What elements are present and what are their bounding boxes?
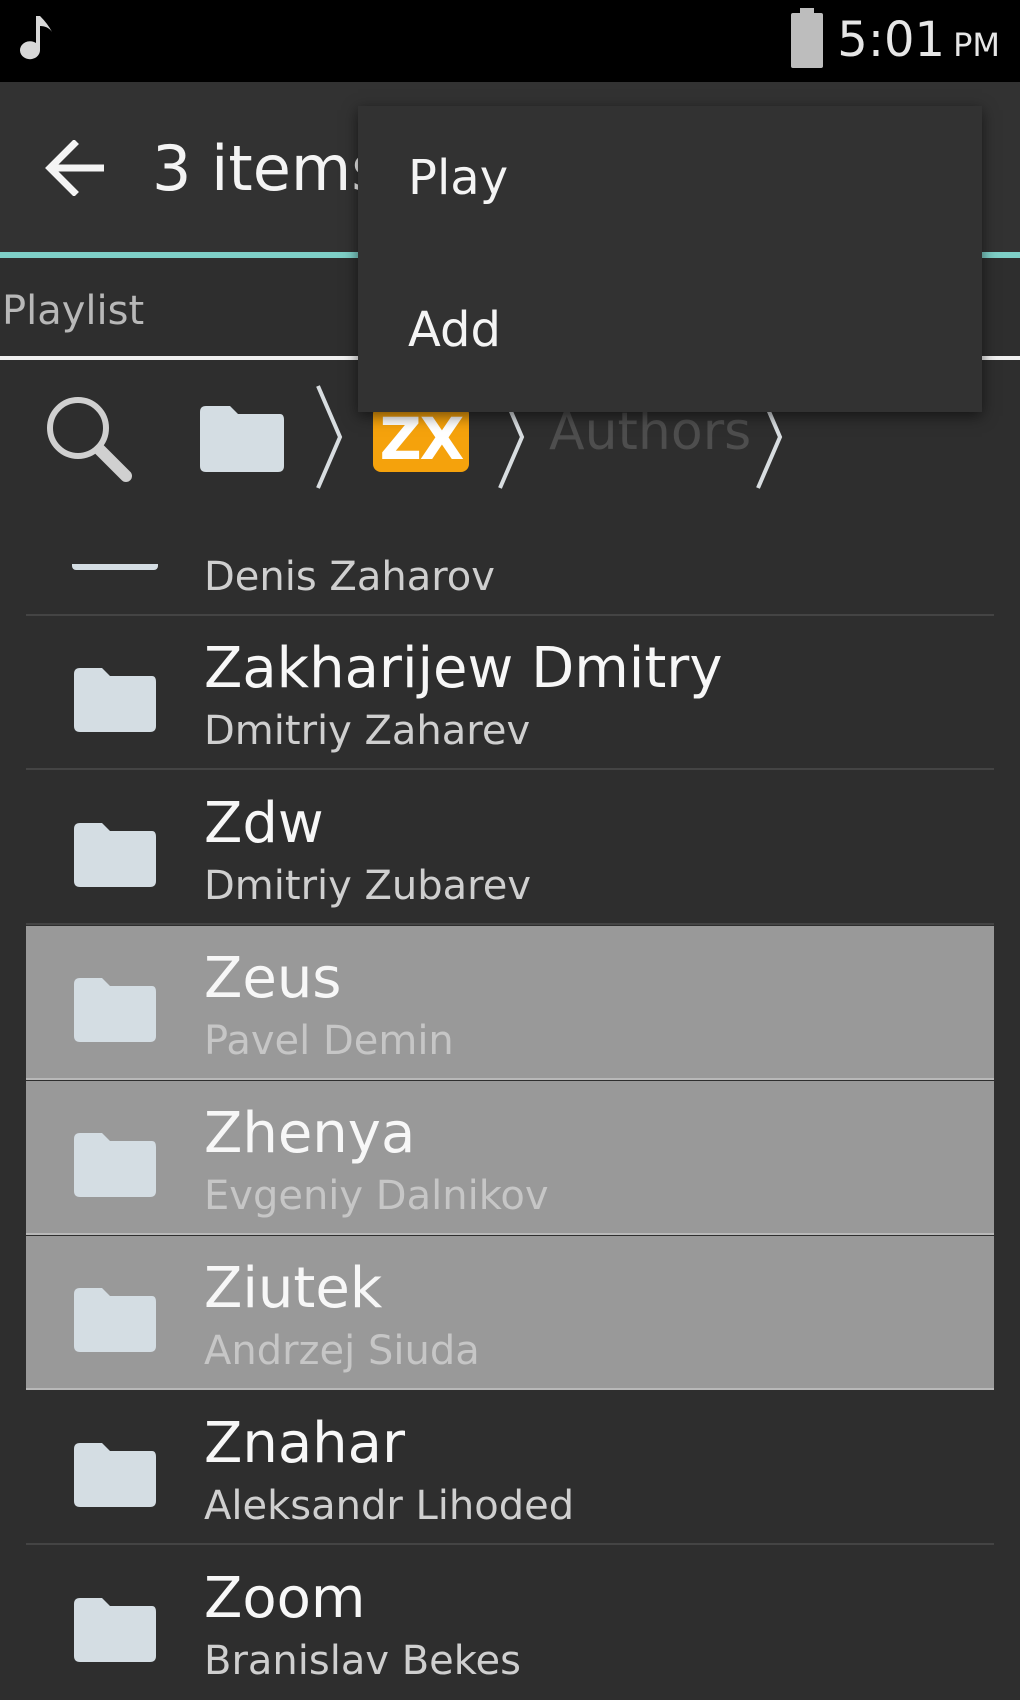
overflow-popup-menu: Play Add [358,106,982,412]
row-divider [26,1543,994,1545]
folder-icon [74,823,156,887]
zx-logo[interactable]: ZX [373,406,469,472]
row-divider [26,1233,994,1235]
folder-icon[interactable] [196,402,288,474]
folder-icon [74,978,156,1042]
selection-count-title: 3 items [152,132,384,205]
folder-icon [72,564,158,570]
list-item-subtitle: Andrzej Siuda [204,1328,480,1374]
folder-icon [74,1288,156,1352]
list-item[interactable]: Zeus Pavel Demin [26,926,994,1080]
list-item[interactable]: Zdw Dmitriy Zubarev [26,771,994,925]
battery-icon [791,8,823,68]
status-time: 5:01 PM [837,12,1000,68]
list-item[interactable]: Zhenya Evgeniy Dalnikov [26,1081,994,1235]
status-bar: 5:01 PM [0,0,1020,82]
menu-item-label: Play [408,150,509,206]
row-divider [26,1078,994,1080]
list-item[interactable]: Denis Zaharov [26,540,994,616]
list-item[interactable]: Znahar Aleksandr Lihoded [26,1391,994,1545]
row-divider [26,1388,994,1390]
list-item-title: Zhenya [204,1101,416,1166]
row-divider [26,768,994,770]
list-item-subtitle: Evgeniy Dalnikov [204,1173,549,1219]
list-item-title: Zoom [204,1566,366,1631]
folder-icon [74,668,156,732]
tab-playlist[interactable]: Playlist [2,288,144,334]
menu-item-add[interactable]: Add [358,258,982,410]
list-item-subtitle: Branislav Bekes [204,1638,521,1684]
list-item[interactable]: Zakharijew Dmitry Dmitriy Zaharev [26,616,994,770]
chevron-right-icon [316,385,343,489]
search-icon[interactable] [42,392,134,484]
list-item-title: Ziutek [204,1256,383,1321]
list-item-title: Znahar [204,1411,406,1476]
list-item-subtitle: Denis Zaharov [204,554,495,600]
folder-icon [74,1133,156,1197]
list-item-title: Zakharijew Dmitry [204,636,723,701]
list-item-subtitle: Dmitriy Zubarev [204,863,532,909]
list-item-title: Zdw [204,791,324,856]
list-item-title: Zeus [204,946,342,1011]
back-arrow-icon[interactable] [44,140,108,196]
menu-item-label: Add [408,302,501,358]
list-item-subtitle: Aleksandr Lihoded [204,1483,575,1529]
list-item-subtitle: Pavel Demin [204,1018,454,1064]
row-divider [26,923,994,925]
folder-icon [74,1598,156,1662]
list-item-subtitle: Dmitriy Zaharev [204,708,531,754]
menu-item-play[interactable]: Play [358,106,982,258]
list-item[interactable]: Zoom Branislav Bekes [26,1546,994,1700]
list-item[interactable]: Ziutek Andrzej Siuda [26,1236,994,1390]
music-note-icon [20,16,52,60]
folder-icon [74,1443,156,1507]
